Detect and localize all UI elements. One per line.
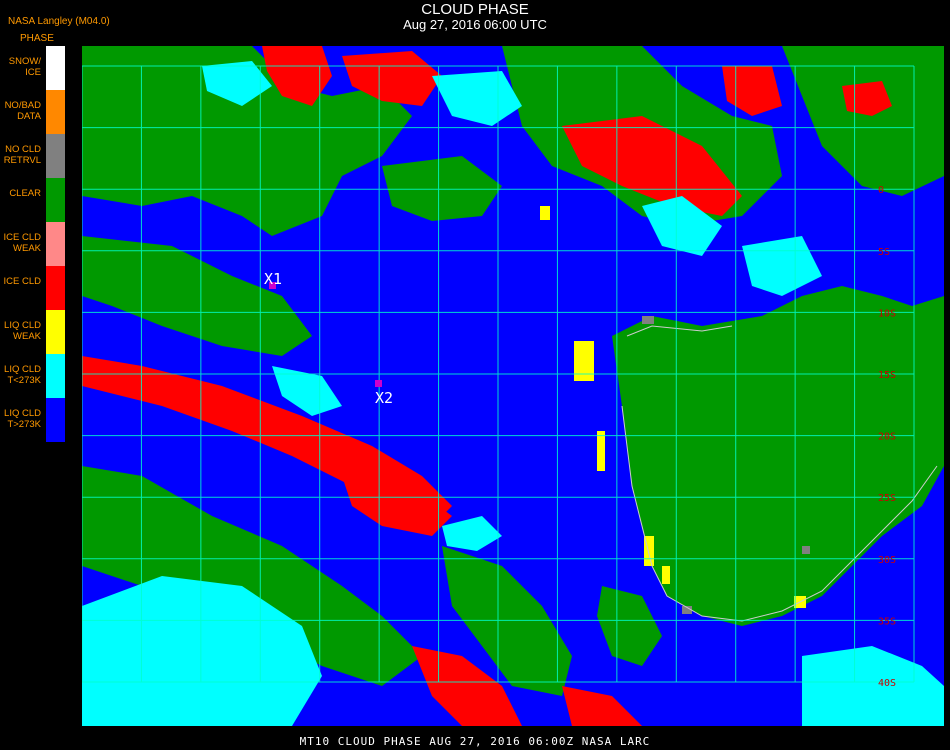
footer-caption: MT10 CLOUD PHASE AUG 27, 2016 06:00Z NAS… [299,735,651,748]
legend-label: NO/BAD DATA [4,100,41,122]
legend-swatch [46,222,65,266]
latitude-label: 40S [878,678,896,689]
latitude-label: 25S [878,493,896,504]
legend-title: PHASE [20,33,54,44]
marker-x2-square [375,380,382,387]
legend-label: SNOW/ ICE [8,56,41,78]
legend-swatch [46,354,65,398]
latitude-label: 20S [878,432,896,443]
legend-item-ice-cld-weak: ICE CLD WEAK [0,222,66,266]
legend-swatch [46,310,65,354]
legend-item-liq-cld-cold: LIQ CLD T<273K [0,354,66,398]
legend-label: LIQ CLD WEAK [4,320,41,342]
legend-label: NO CLD RETRVL [3,144,41,166]
latitude-label: 30S [878,555,896,566]
legend-item-no-bad-data: NO/BAD DATA [0,90,66,134]
marker-x1-label: X1 [264,270,282,288]
legend-item-liq-cld-warm: LIQ CLD T>273K [0,398,66,442]
legend-label: ICE CLD [3,276,41,287]
latitude-label: 15S [878,370,896,381]
legend-label: LIQ CLD T>273K [4,408,41,430]
legend-swatch [46,46,65,90]
latitude-label: 0 [878,185,884,196]
legend-label: CLEAR [9,188,41,199]
legend-item-clear: CLEAR [0,178,66,222]
marker-x1: X1 [264,270,282,289]
latitude-label: 35S [878,616,896,627]
legend-label: ICE CLD WEAK [3,232,41,254]
map-title: CLOUD PHASE [421,1,529,18]
cloud-phase-map: 0 5S 10S 15S 20S 25S 30S 35S 40S X1 X2 [82,46,944,726]
legend-swatch [46,178,65,222]
marker-x2-label: X2 [375,389,393,407]
legend-item-liq-cld-weak: LIQ CLD WEAK [0,310,66,354]
latitude-label: 5S [878,247,890,258]
legend-swatch [46,266,65,310]
legend-label: LIQ CLD T<273K [4,364,41,386]
legend-swatch [46,398,65,442]
provider-label: NASA Langley (M04.0) [8,16,110,27]
legend-item-ice-cld: ICE CLD [0,266,66,310]
latitude-label: 10S [878,308,896,319]
legend-swatch [46,134,65,178]
legend-item-no-cld-retrvl: NO CLD RETRVL [0,134,66,178]
map-subtitle: Aug 27, 2016 06:00 UTC [403,17,547,32]
legend-item-snow-ice: SNOW/ ICE [0,46,66,90]
legend-swatch [46,90,65,134]
